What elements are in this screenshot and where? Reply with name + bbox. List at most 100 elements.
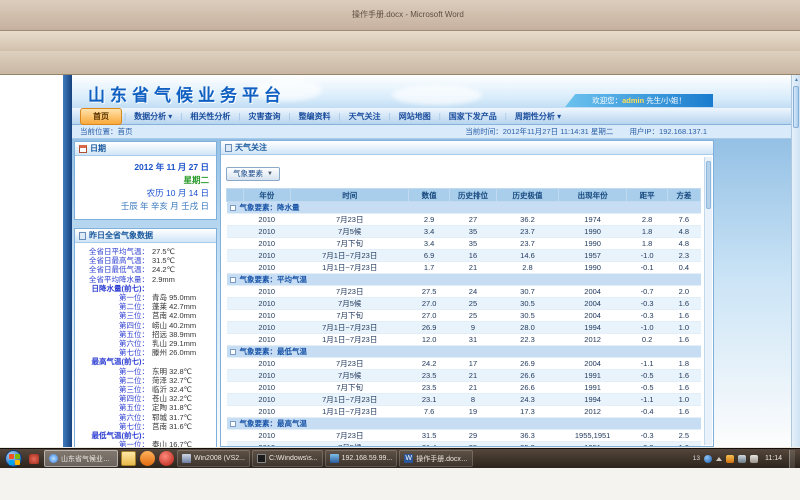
- browser-scrollbar-thumb[interactable]: [793, 86, 799, 128]
- table-row: 20107月1日~7月23日26.9928.01994-1.01.0: [227, 322, 701, 334]
- column-header: 历史极值: [497, 189, 559, 202]
- table-cell: 2010: [243, 406, 290, 418]
- table-cell: 2010: [243, 322, 290, 334]
- quick-launch-icon[interactable]: [29, 454, 39, 464]
- nav-item[interactable]: 数据分析 ▾: [128, 109, 178, 124]
- table-cell: 1.8: [667, 358, 700, 370]
- tray-expand-icon[interactable]: [716, 457, 722, 461]
- group-checkbox[interactable]: [230, 349, 236, 355]
- task-button[interactable]: Win2008 (VS2...: [177, 450, 250, 467]
- row-checkbox-cell: [227, 250, 244, 262]
- nav-item[interactable]: 相关性分析: [184, 109, 236, 124]
- table-cell: 1.9: [667, 442, 700, 448]
- table-cell: 1.6: [667, 310, 700, 322]
- page-left-edge: [63, 75, 72, 447]
- table-cell: 2010: [243, 382, 290, 394]
- weather-label: 全省日平均气温：: [75, 247, 149, 256]
- weather-line: 全省平均降水量：2.9mm: [75, 275, 213, 284]
- table-cell: -0.3: [627, 442, 667, 448]
- task-button[interactable]: W操作手册.docx ...: [399, 450, 473, 467]
- nav-item[interactable]: 国家下发产品: [443, 109, 503, 124]
- table-cell: 16: [449, 250, 496, 262]
- nav-item[interactable]: 首页: [80, 108, 122, 125]
- table-cell: 35: [449, 226, 496, 238]
- task-button[interactable]: 山东省气候业务平...: [44, 450, 118, 467]
- element-dropdown-button[interactable]: 气象要素▼: [226, 167, 280, 181]
- group-row: 气象要素：降水量: [227, 202, 701, 214]
- show-desktop-button[interactable]: [789, 450, 795, 468]
- table-cell: 7月下旬: [290, 310, 409, 322]
- network-icon[interactable]: [738, 455, 746, 463]
- table-row: 20107月1日~7月23日23.1824.31994-1.11.0: [227, 394, 701, 406]
- weather-line: 第四位：崂山 40.2mm: [75, 321, 213, 330]
- panel-scrollbar-thumb[interactable]: [706, 161, 711, 209]
- weather-value: 招远 38.9mm: [149, 330, 196, 339]
- background-word-window[interactable]: 操作手册.docx - Microsoft Word: [0, 0, 800, 30]
- row-checkbox-cell: [227, 262, 244, 274]
- breadcrumb: 当前位置：首页: [80, 126, 133, 137]
- table-cell: 1.8: [627, 226, 667, 238]
- row-checkbox-cell: [227, 430, 244, 442]
- table-cell: 1.8: [627, 238, 667, 250]
- table-row: 20107月下旬3.43523.719901.84.8: [227, 238, 701, 250]
- row-checkbox-cell: [227, 322, 244, 334]
- nav-item[interactable]: 整编资料: [293, 109, 337, 124]
- ime-icon[interactable]: [704, 455, 712, 463]
- table-cell: -0.4: [627, 406, 667, 418]
- content-area: 日期 2012 年 11 月 27 日 星期二 农历 10 月 14 日 壬辰 …: [72, 139, 791, 447]
- table-cell: 7月1日~7月23日: [290, 322, 409, 334]
- table-cell: 2.5: [667, 430, 700, 442]
- table-cell: 2010: [243, 250, 290, 262]
- browser-scrollbar[interactable]: ▲: [791, 75, 800, 447]
- table-cell: 14.6: [497, 250, 559, 262]
- group-checkbox[interactable]: [230, 277, 236, 283]
- table-cell: 31.4: [409, 442, 449, 448]
- weather-line: 第七位：莒南 31.6℃: [75, 422, 213, 431]
- row-checkbox-cell: [227, 382, 244, 394]
- nav-item[interactable]: 天气关注: [343, 109, 387, 124]
- explorer-icon[interactable]: [121, 451, 136, 466]
- table-cell: 7月5候: [290, 442, 409, 448]
- app-icon: [182, 454, 191, 463]
- report-icon: [79, 232, 86, 240]
- volume-icon[interactable]: [750, 455, 758, 463]
- group-checkbox[interactable]: [230, 205, 236, 211]
- table-cell: 36.2: [497, 214, 559, 226]
- table-cell: 1990: [558, 226, 627, 238]
- table-cell: 30.5: [497, 310, 559, 322]
- nav-item[interactable]: 灾害查询: [242, 109, 286, 124]
- table-cell: 2010: [243, 442, 290, 448]
- taskbar-clock[interactable]: 11:14: [765, 455, 782, 462]
- row-checkbox-cell: [227, 214, 244, 226]
- table-row: 20107月5候23.52126.61991-0.51.6: [227, 370, 701, 382]
- group-checkbox[interactable]: [230, 421, 236, 427]
- nav-item[interactable]: 网站地图: [393, 109, 437, 124]
- table-cell: 24.2: [409, 358, 449, 370]
- table-cell: 21: [449, 370, 496, 382]
- table-cell: 29: [449, 430, 496, 442]
- pinned-app-icon[interactable]: [140, 451, 155, 466]
- table-cell: 27.0: [409, 298, 449, 310]
- weather-value: 乳山 29.1mm: [149, 339, 196, 348]
- taskbar: 山东省气候业务平... Win2008 (VS2...C:\Windows\s.…: [0, 448, 800, 468]
- cmd-icon: [257, 454, 266, 463]
- scroll-up-icon[interactable]: ▲: [792, 75, 800, 85]
- media-player-icon[interactable]: [159, 451, 174, 466]
- table-cell: 21: [449, 262, 496, 274]
- table-cell: 25: [449, 310, 496, 322]
- table-cell: 2012: [558, 334, 627, 346]
- table-cell: 0.2: [627, 334, 667, 346]
- task-button[interactable]: 192.168.59.99...: [325, 450, 398, 467]
- weather-label: 第六位：: [75, 413, 149, 422]
- weather-value: 莒南 31.6℃: [149, 422, 192, 431]
- weather-line: 日降水量(前七)：: [75, 284, 213, 293]
- panel-scrollbar[interactable]: [704, 157, 712, 445]
- start-button[interactable]: [5, 450, 22, 467]
- action-center-flag-icon[interactable]: [726, 455, 734, 463]
- nav-item[interactable]: 周期性分析 ▾: [509, 109, 567, 124]
- table-cell: 4.8: [667, 238, 700, 250]
- task-button[interactable]: C:\Windows\s...: [252, 450, 323, 467]
- table-cell: -0.5: [627, 382, 667, 394]
- table-cell: 28.0: [497, 322, 559, 334]
- date-panel: 日期 2012 年 11 月 27 日 星期二 农历 10 月 14 日 壬辰 …: [74, 141, 217, 220]
